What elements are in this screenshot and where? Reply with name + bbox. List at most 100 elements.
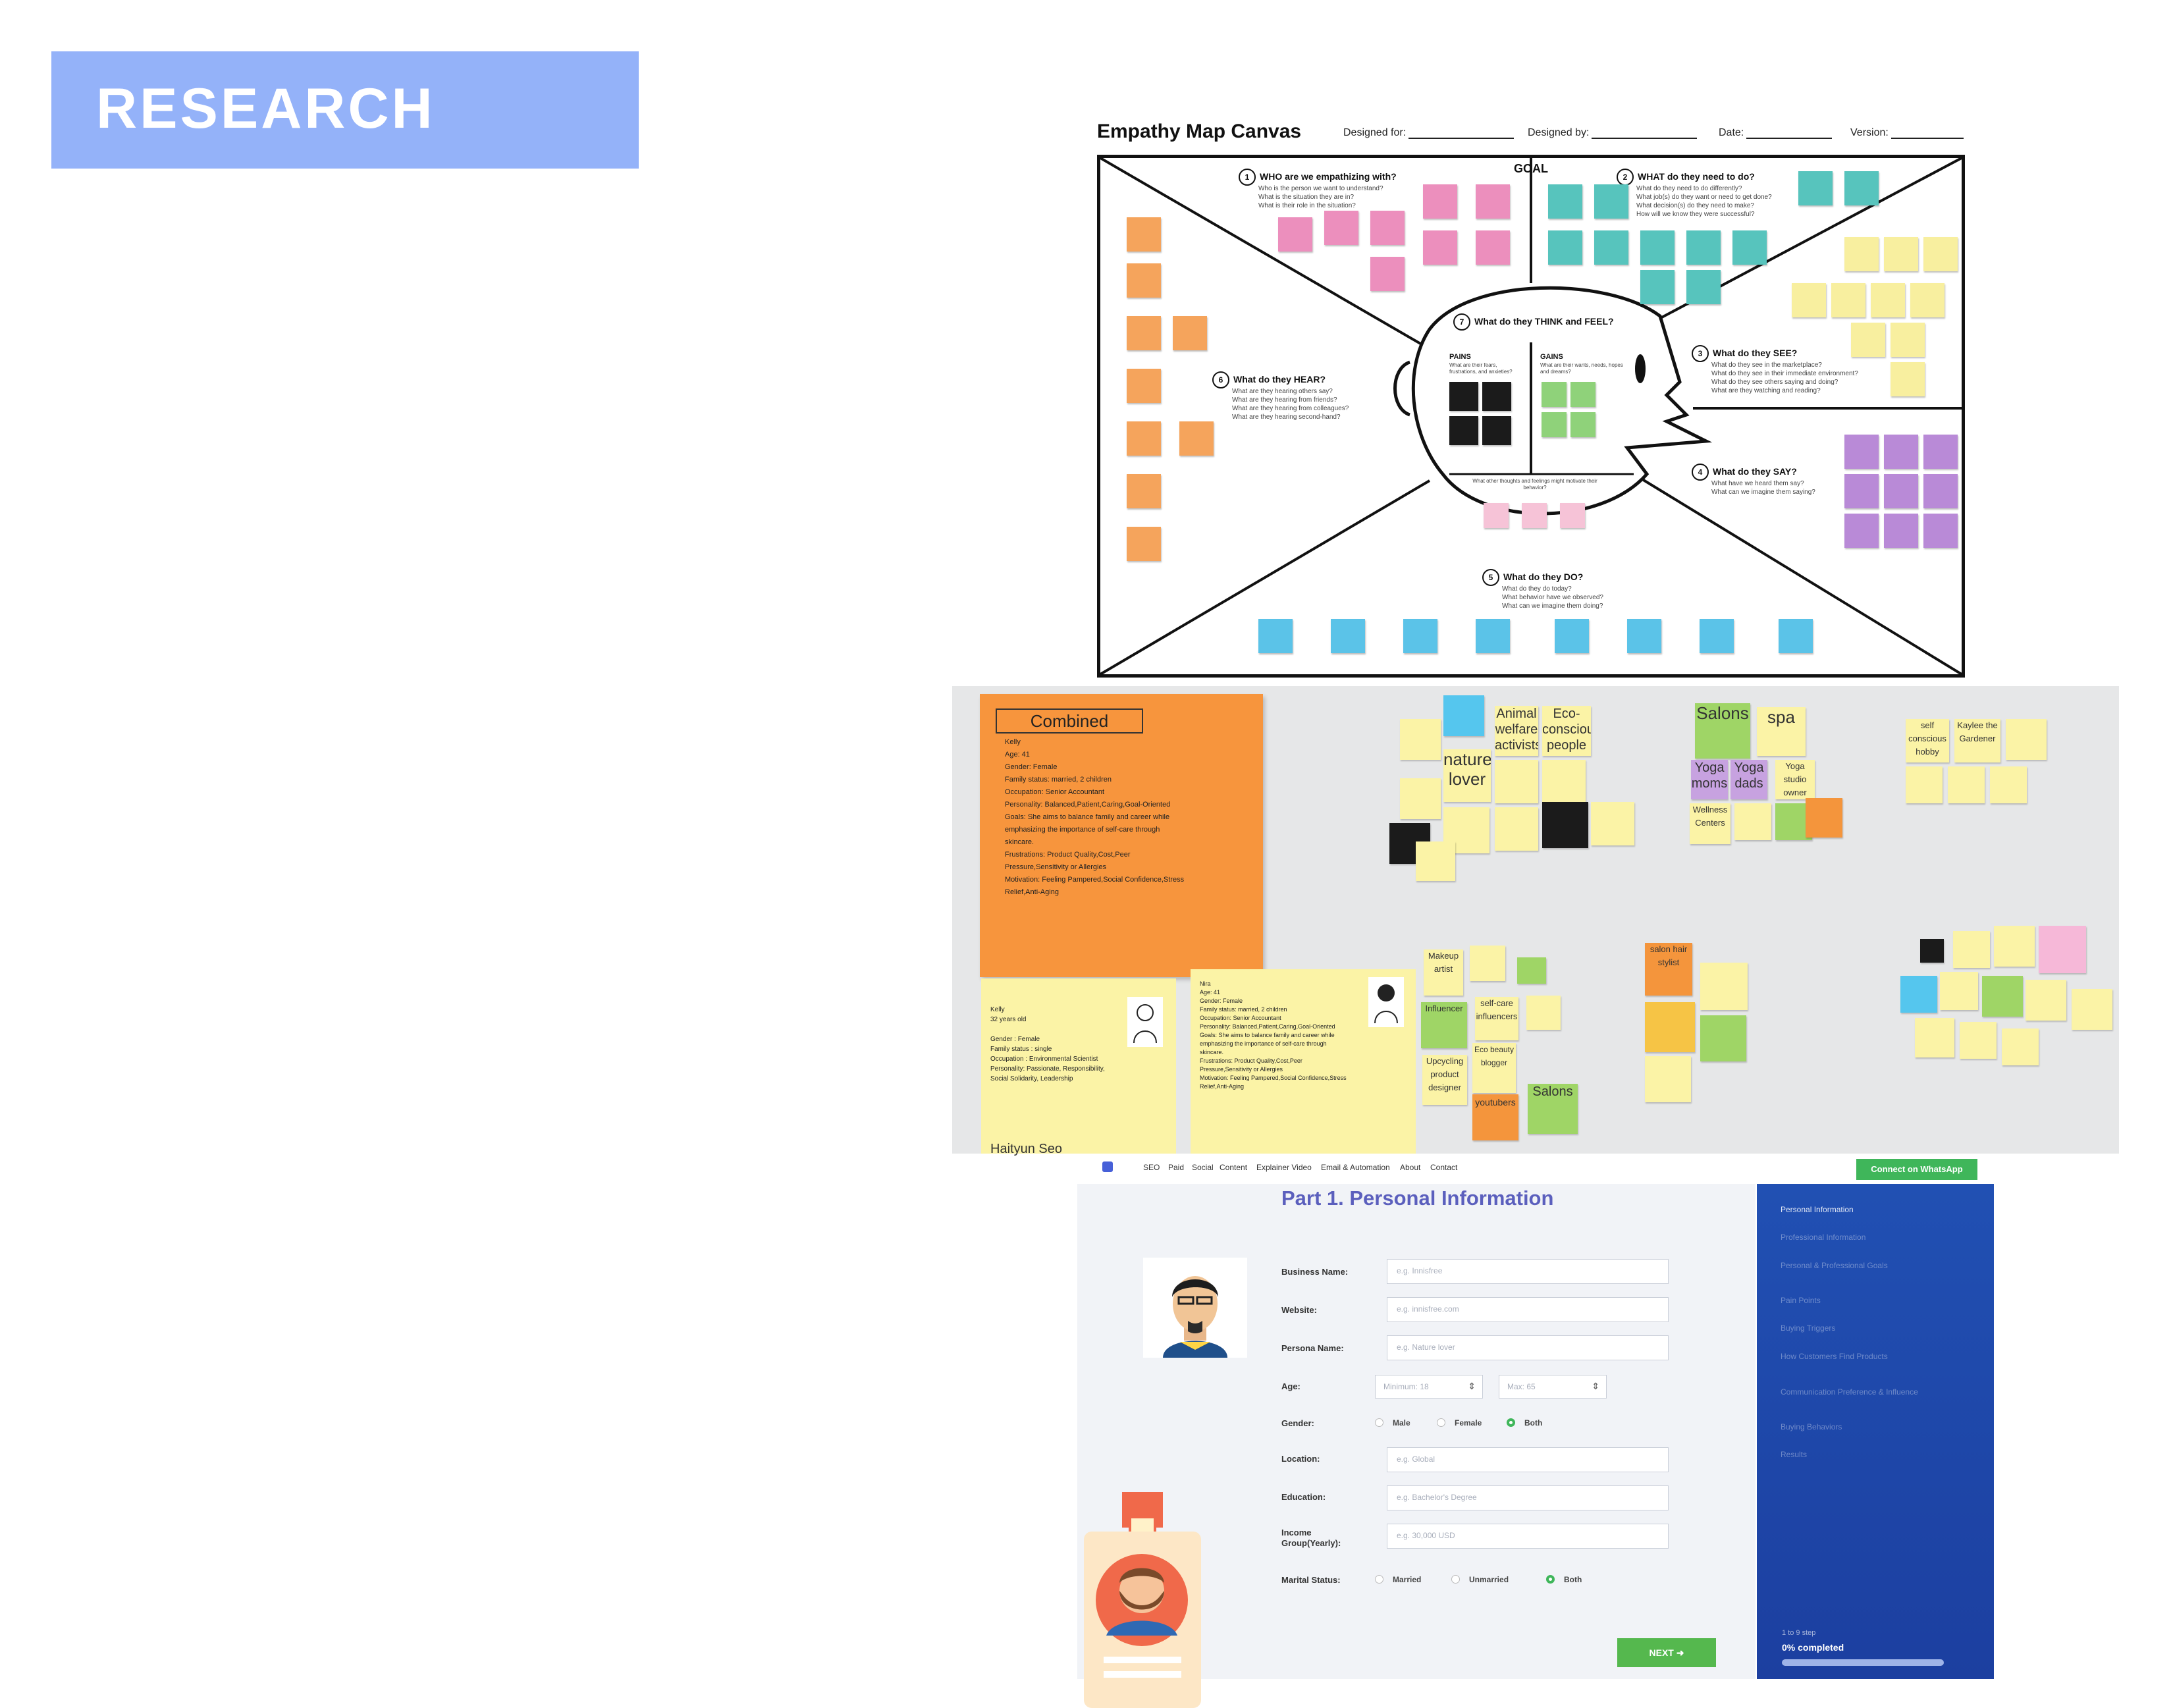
step-item-find-products[interactable]: How Customers Find Products [1781, 1351, 1925, 1362]
sticky-note[interactable] [1594, 230, 1628, 265]
sticky-note[interactable] [1844, 237, 1879, 271]
sticky-note[interactable] [1560, 503, 1585, 528]
sticky-note[interactable]: Kaylee the Gardener [1954, 719, 2000, 762]
sticky-note[interactable] [1700, 619, 1734, 653]
sticky-note[interactable] [1127, 263, 1161, 298]
sticky-note[interactable] [1906, 766, 1943, 803]
sticky-note[interactable] [1482, 416, 1511, 445]
sticky-note[interactable] [1594, 184, 1628, 219]
sticky-note[interactable]: Wellness Centers [1690, 803, 1730, 844]
sticky-note[interactable] [1831, 283, 1865, 317]
sticky-note[interactable] [1570, 382, 1596, 407]
step-item-buying-behaviors[interactable]: Buying Behaviors [1781, 1422, 1842, 1431]
sticky-note[interactable] [1627, 619, 1661, 653]
sticky-note[interactable] [1920, 939, 1944, 963]
sticky-note[interactable] [1526, 996, 1561, 1030]
sticky-note[interactable] [1923, 237, 1958, 271]
sticky-note[interactable] [1127, 527, 1161, 561]
sticky-note[interactable] [1591, 802, 1634, 845]
nav-link-content[interactable]: Content [1220, 1163, 1247, 1172]
sticky-note[interactable] [1127, 369, 1161, 403]
persona-nira-card[interactable]: Nira Age: 41 Gender: Female Family statu… [1191, 969, 1416, 1154]
sticky-note[interactable]: Eco-conscious people [1542, 706, 1591, 756]
sticky-note[interactable] [1982, 976, 2023, 1017]
sticky-note[interactable]: Salons [1528, 1084, 1578, 1134]
sticky-note[interactable] [1891, 323, 1925, 357]
sticky-note[interactable]: Salons [1695, 703, 1750, 759]
sticky-note[interactable] [1416, 841, 1455, 881]
sticky-note[interactable]: self conscious hobby [1906, 719, 1949, 762]
sticky-note[interactable] [1127, 217, 1161, 252]
sticky-note[interactable] [1278, 217, 1312, 252]
sticky-note[interactable] [1370, 257, 1405, 291]
sticky-note[interactable] [1542, 760, 1586, 803]
sticky-note[interactable] [1923, 435, 1958, 469]
whatsapp-button[interactable]: Connect on WhatsApp [1856, 1159, 1977, 1180]
sticky-note[interactable] [1844, 171, 1879, 205]
education-input[interactable]: e.g. Bachelor's Degree [1387, 1485, 1669, 1510]
sticky-note[interactable] [1844, 435, 1879, 469]
sticky-note[interactable] [1960, 1022, 1997, 1059]
sticky-note[interactable] [1400, 778, 1441, 819]
marital-married-radio[interactable]: Married [1375, 1575, 1421, 1584]
sticky-note[interactable] [1884, 435, 1918, 469]
sticky-note[interactable] [1400, 719, 1441, 760]
sticky-note[interactable] [1555, 619, 1589, 653]
nav-link-seo[interactable]: SEO [1143, 1163, 1160, 1172]
sticky-note[interactable] [1645, 1056, 1691, 1102]
sticky-note[interactable] [1923, 474, 1958, 508]
gender-both-radio[interactable]: Both [1507, 1418, 1542, 1428]
sticky-note[interactable] [1994, 926, 2035, 967]
sticky-note[interactable] [1732, 230, 1767, 265]
sticky-note[interactable] [1884, 237, 1918, 271]
sticky-note[interactable] [1476, 619, 1510, 653]
sticky-note[interactable]: self-care influencers [1475, 997, 1518, 1040]
step-item-buying-triggers[interactable]: Buying Triggers [1781, 1323, 1835, 1333]
sticky-note[interactable] [1495, 807, 1538, 851]
marital-unmarried-radio[interactable]: Unmarried [1451, 1575, 1509, 1584]
sticky-note[interactable] [1179, 421, 1214, 456]
sticky-note[interactable] [1645, 1002, 1695, 1052]
sticky-note[interactable] [1127, 316, 1161, 350]
sticky-note[interactable] [2025, 980, 2066, 1021]
step-item-personal-information[interactable]: Personal Information [1781, 1205, 1854, 1214]
persona-combined-card[interactable]: Combined Kelly Age: 41 Gender: Female Fa… [980, 694, 1263, 977]
sticky-note[interactable] [1258, 619, 1293, 653]
sticky-note[interactable] [1844, 514, 1879, 548]
sticky-note[interactable]: Yoga studio owner [1775, 760, 1815, 799]
sticky-note[interactable] [2006, 719, 2047, 760]
sticky-note[interactable] [1495, 760, 1538, 803]
sticky-note[interactable] [1470, 946, 1505, 981]
sticky-note[interactable] [1792, 283, 1826, 317]
business-name-input[interactable]: e.g. Innisfree [1387, 1259, 1669, 1284]
marital-both-radio[interactable]: Both [1546, 1575, 1582, 1584]
sticky-note[interactable] [1542, 802, 1588, 848]
sticky-note[interactable] [1449, 382, 1478, 411]
sticky-note[interactable] [1871, 283, 1905, 317]
sticky-note[interactable]: salon hair stylist [1645, 943, 1692, 996]
sticky-note[interactable] [1851, 323, 1885, 357]
sticky-note[interactable] [1423, 230, 1457, 265]
sticky-note[interactable]: spa [1757, 707, 1806, 756]
sticky-note[interactable] [1331, 619, 1365, 653]
sticky-note[interactable] [1915, 1018, 1954, 1057]
sticky-note[interactable]: Upcycling product designer [1422, 1055, 1467, 1105]
nav-link-social[interactable]: Social [1192, 1163, 1214, 1172]
sticky-note[interactable] [1324, 211, 1358, 245]
sticky-note[interactable] [1700, 1015, 1746, 1061]
sticky-note[interactable] [1517, 957, 1546, 984]
sticky-note[interactable] [1449, 416, 1478, 445]
sticky-note[interactable] [1923, 514, 1958, 548]
sticky-note[interactable] [1884, 474, 1918, 508]
sticky-note[interactable] [1522, 503, 1547, 528]
sticky-note[interactable] [1900, 976, 1937, 1013]
sticky-note[interactable] [1891, 362, 1925, 396]
sticky-note[interactable] [2039, 926, 2086, 973]
income-input[interactable]: e.g. 30,000 USD [1387, 1524, 1669, 1549]
sticky-note[interactable] [1570, 412, 1596, 437]
sticky-note[interactable] [1640, 270, 1675, 304]
sticky-note[interactable] [1542, 412, 1567, 437]
logo-icon[interactable] [1102, 1161, 1113, 1172]
sticky-note[interactable] [1482, 382, 1511, 411]
sticky-note[interactable] [1953, 931, 1990, 968]
